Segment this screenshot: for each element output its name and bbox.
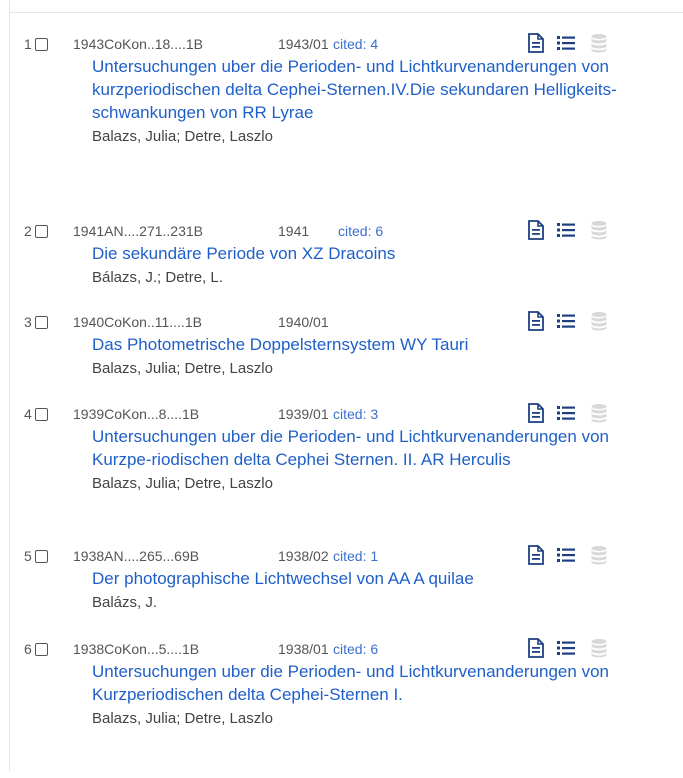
result-authors: Balazs, Julia; Detre, Laszlo (92, 475, 273, 492)
bibcode: 1941AN....271..231B (73, 223, 203, 239)
citation-count-link[interactable]: cited: 6 (333, 641, 378, 657)
bibcode: 1940CoKon..11....1B (73, 314, 202, 330)
list-icon[interactable] (556, 545, 575, 565)
pub-date: 1941 (278, 223, 310, 239)
result-title-link[interactable]: Untersuchungen uber die Perioden- und Li… (92, 425, 652, 471)
result-meta: 4 1939CoKon...8....1B 1939/01 cited: 3 (0, 403, 683, 425)
result-authors: Balázs, J. (92, 594, 158, 611)
document-icon[interactable] (527, 220, 545, 240)
select-checkbox[interactable] (35, 225, 48, 238)
result-meta: 2 1941AN....271..231B 1941 cited: 6 (0, 220, 683, 242)
result-title-link[interactable]: Die sekundäre Periode von XZ Dracoins (92, 242, 652, 265)
bibcode: 1943CoKon..18....1B (73, 36, 203, 52)
citation-count-link[interactable]: cited: 4 (333, 36, 378, 52)
list-icon[interactable] (556, 311, 575, 331)
result-title-link[interactable]: Untersuchungen uber die Perioden- und Li… (92, 55, 652, 124)
result-authors: Bálazs, J.; Detre, L. (92, 269, 223, 286)
bibcode: 1938CoKon...5....1B (73, 641, 200, 657)
database-icon (590, 545, 608, 565)
database-icon (590, 33, 608, 53)
citation-count-link[interactable]: cited: 6 (338, 223, 383, 239)
result-authors: Balazs, Julia; Detre, Laszlo (92, 128, 273, 145)
result-index: 1 (24, 36, 32, 52)
result-item: 3 1940CoKon..11....1B 1940/01 Das Photom… (0, 311, 683, 403)
result-index: 5 (24, 548, 32, 564)
citation-count-link[interactable]: cited: 3 (333, 406, 378, 422)
list-icon[interactable] (556, 220, 575, 240)
result-authors: Balazs, Julia; Detre, Laszlo (92, 710, 273, 727)
pub-date: 1943/01 (278, 36, 329, 52)
bibcode: 1939CoKon...8....1B (73, 406, 200, 422)
result-index: 2 (24, 223, 32, 239)
list-icon[interactable] (556, 403, 575, 423)
result-item: 6 1938CoKon...5....1B 1938/01 cited: 6 U… (0, 638, 683, 778)
result-title-link[interactable]: Der photographische Lichtwechsel von AA … (92, 567, 652, 590)
database-icon (590, 220, 608, 240)
document-icon[interactable] (527, 545, 545, 565)
result-title-link[interactable]: Das Photometrische Doppelsternsystem WY … (92, 333, 652, 356)
panel-top-border (9, 12, 683, 13)
document-icon[interactable] (527, 638, 545, 658)
database-icon (590, 638, 608, 658)
list-icon[interactable] (556, 638, 575, 658)
pub-date: 1939/01 (278, 406, 329, 422)
select-checkbox[interactable] (35, 38, 48, 51)
result-item: 1 1943CoKon..18....1B 1943/01 cited: 4 U… (0, 33, 683, 220)
result-meta: 5 1938AN....265...69B 1938/02 cited: 1 (0, 545, 683, 567)
result-meta: 1 1943CoKon..18....1B 1943/01 cited: 4 (0, 33, 683, 55)
result-meta: 6 1938CoKon...5....1B 1938/01 cited: 6 (0, 638, 683, 660)
bibcode: 1938AN....265...69B (73, 548, 200, 564)
select-checkbox[interactable] (35, 408, 48, 421)
result-item: 2 1941AN....271..231B 1941 cited: 6 Die … (0, 220, 683, 311)
result-item: 4 1939CoKon...8....1B 1939/01 cited: 3 U… (0, 403, 683, 545)
database-icon (590, 311, 608, 331)
select-checkbox[interactable] (35, 550, 48, 563)
results-list: 1 1943CoKon..18....1B 1943/01 cited: 4 U… (0, 33, 683, 778)
result-meta: 3 1940CoKon..11....1B 1940/01 (0, 311, 683, 333)
list-icon[interactable] (556, 33, 575, 53)
result-index: 4 (24, 406, 32, 422)
database-icon (590, 403, 608, 423)
document-icon[interactable] (527, 33, 545, 53)
select-checkbox[interactable] (35, 316, 48, 329)
result-index: 3 (24, 314, 32, 330)
result-index: 6 (24, 641, 32, 657)
pub-date: 1938/02 (278, 548, 329, 564)
citation-count-link[interactable]: cited: 1 (333, 548, 378, 564)
document-icon[interactable] (527, 403, 545, 423)
select-checkbox[interactable] (35, 643, 48, 656)
result-title-link[interactable]: Untersuchungen uber die Perioden- und Li… (92, 660, 652, 706)
result-item: 5 1938AN....265...69B 1938/02 cited: 1 D… (0, 545, 683, 638)
pub-date: 1940/01 (278, 314, 329, 330)
result-authors: Balazs, Julia; Detre, Laszlo (92, 360, 273, 377)
document-icon[interactable] (527, 311, 545, 331)
pub-date: 1938/01 (278, 641, 329, 657)
